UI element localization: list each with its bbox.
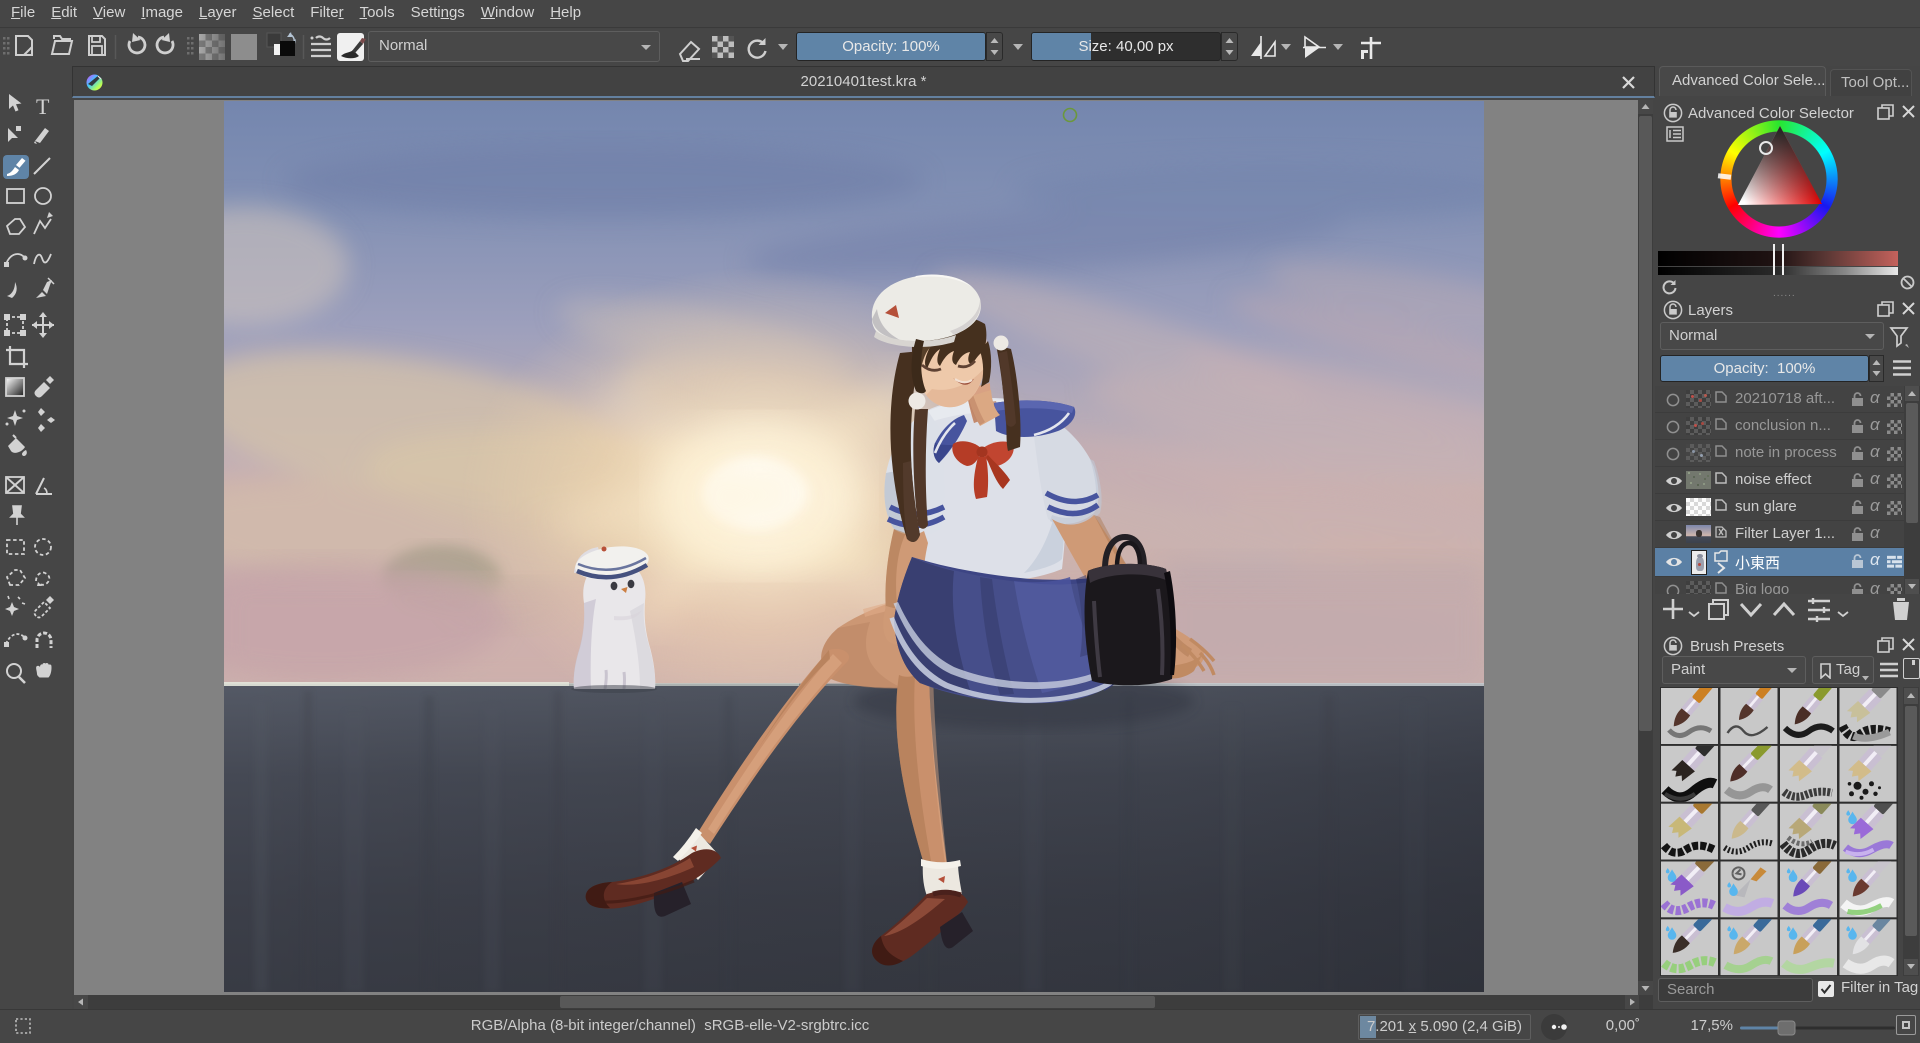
- svg-text:T: T: [36, 94, 50, 119]
